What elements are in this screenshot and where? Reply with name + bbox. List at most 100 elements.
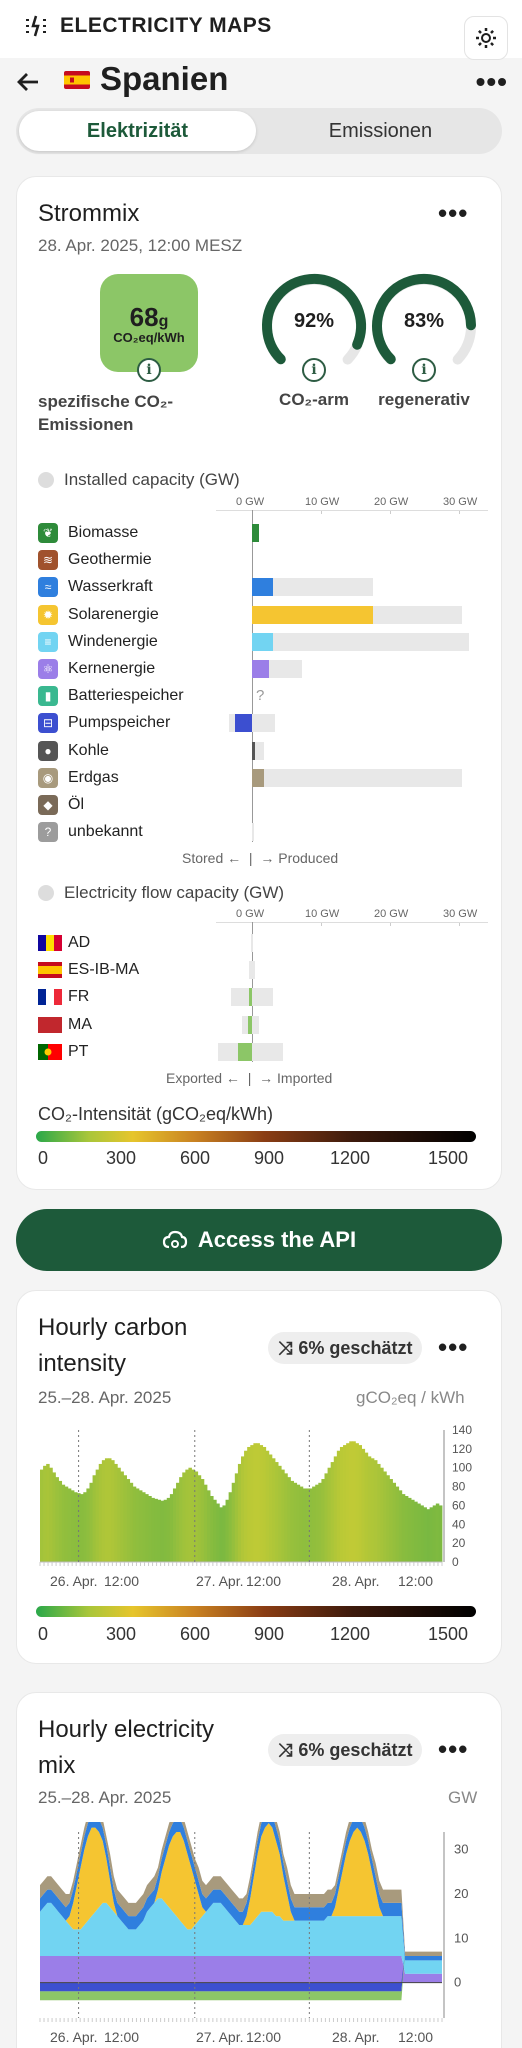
tab-elektrizitaet[interactable]: Elektrizität <box>19 111 256 151</box>
mix-chart-more-button[interactable]: ••• <box>438 1734 468 1765</box>
co2-info-icon[interactable]: i <box>137 358 161 382</box>
carbon-bar <box>213 1499 217 1562</box>
mix-x-tick: 12:00 <box>246 2029 281 2045</box>
axis-tick-label: 20 GW <box>374 496 409 508</box>
carbon-bar <box>401 1494 406 1562</box>
mix-estimated-badge[interactable]: ⤨ 6% geschätzt <box>268 1734 423 1766</box>
carbon-y-tick: 80 <box>452 1480 466 1494</box>
stored-produced-legend: Stored ← | → Produced <box>182 850 339 866</box>
carbon-bar <box>290 1480 294 1562</box>
import-capacity-bar <box>252 1042 284 1061</box>
settings-button[interactable] <box>464 16 508 60</box>
carbon-bar <box>108 1458 112 1562</box>
carbon-chart-unit: gCO₂eq / kWh <box>356 1388 465 1407</box>
carbon-bar <box>367 1456 372 1562</box>
carbon-bar <box>315 1484 319 1562</box>
carbon-estimated-badge[interactable]: ⤨ 6% geschätzt <box>268 1332 423 1364</box>
carbon-bar <box>234 1473 239 1562</box>
carbon-bar <box>438 1505 443 1562</box>
carbon-chart-more-button[interactable]: ••• <box>438 1332 468 1363</box>
installed-capacity-toggle[interactable] <box>38 472 54 488</box>
cloud-gear-icon <box>162 1230 188 1249</box>
carbon-bar <box>86 1488 90 1562</box>
carbon-x-tick: 27. Apr. <box>196 1573 243 1589</box>
storage-bar <box>234 714 252 733</box>
carbon-bar <box>293 1482 298 1562</box>
carbon-bar <box>138 1490 143 1562</box>
renewable-info-icon[interactable]: i <box>412 358 436 382</box>
strommix-title: Strommix <box>38 200 140 227</box>
mix-x-tick: 12:00 <box>104 2029 139 2045</box>
low-carbon-value: 92% <box>293 310 335 332</box>
carbon-bar <box>182 1472 186 1562</box>
carbon-bar <box>250 1445 254 1562</box>
carbon-bar <box>157 1499 161 1562</box>
flag-portugal-icon <box>38 1043 62 1060</box>
flag-france-icon <box>38 989 62 1006</box>
export-flow-bar <box>249 988 252 1007</box>
app-logo[interactable]: ELECTRICITY MAPS <box>22 12 272 40</box>
production-bar <box>252 741 255 760</box>
flow-capacity-toggle[interactable] <box>38 885 54 901</box>
axis-tick-label: 30 GW <box>443 496 478 508</box>
carbon-bar <box>104 1458 109 1562</box>
production-bar <box>252 768 265 787</box>
battery-icon: ▮ <box>38 686 58 707</box>
carbon-y-tick: 140 <box>452 1423 472 1437</box>
source-label: Biomasse <box>68 524 139 541</box>
carbon-bar <box>176 1482 180 1562</box>
carbon-bar <box>395 1486 400 1562</box>
zone-exchange-label: AD <box>68 934 91 951</box>
production-bar <box>252 578 273 597</box>
low-carbon-info-icon[interactable]: i <box>302 358 326 382</box>
geothermal-icon: ≋ <box>38 550 58 571</box>
carbon-bar <box>284 1473 288 1562</box>
source-label: Öl <box>68 796 84 813</box>
carbon-x-tick: 12:00 <box>398 1573 433 1589</box>
zone-more-menu-button[interactable]: ••• <box>476 66 508 98</box>
scale-tick-label: 300 <box>106 1148 137 1168</box>
carbon-bar <box>172 1488 177 1562</box>
trend-icon: ⤨ <box>278 1337 293 1358</box>
low-carbon-label: CO₂-arm <box>279 390 349 409</box>
nuclear-icon: ⚛ <box>38 659 58 679</box>
carbon-bar <box>120 1471 124 1562</box>
export-capacity-bar <box>250 934 252 952</box>
source-label: Windenergie <box>68 632 158 650</box>
carbon-bar <box>244 1450 248 1562</box>
exported-imported-legend: Exported ← | → Imported <box>166 1070 333 1086</box>
mix-area-kernenergie <box>40 1956 442 1983</box>
carbon-bar <box>166 1497 171 1562</box>
axis-tick-label: 10 GW <box>305 908 340 920</box>
trend-icon: ⤨ <box>278 1739 293 1760</box>
carbon-bar <box>253 1443 257 1562</box>
carbon-y-tick: 40 <box>452 1517 466 1531</box>
view-tabs: Elektrizität Emissionen <box>16 108 502 154</box>
carbon-bar <box>225 1499 230 1562</box>
carbon-y-tick: 120 <box>452 1442 472 1456</box>
tab-emissionen[interactable]: Emissionen <box>262 111 499 151</box>
scale-tick-label: 1500 <box>428 1624 469 1644</box>
scale-tick-label: 300 <box>106 1624 137 1644</box>
carbon-chart-title-line2: intensity <box>38 1350 127 1377</box>
carbon-bar <box>58 1480 63 1562</box>
source-label: Kohle <box>68 741 109 759</box>
zone-exchange-label: ES-IB-MA <box>68 961 140 979</box>
strommix-more-button[interactable]: ••• <box>438 198 468 229</box>
renewable-label: regenerativ <box>378 390 470 409</box>
carbon-bar <box>404 1496 409 1562</box>
carbon-intensity-chart[interactable]: 02040608010012014026. Apr. 12:00 27. Apr. 1… <box>36 1420 496 1600</box>
carbon-bar <box>318 1482 322 1562</box>
access-api-button[interactable]: Access the API <box>16 1209 502 1271</box>
carbon-bar <box>216 1503 220 1562</box>
access-api-label: Access the API <box>197 1227 357 1252</box>
back-arrow-icon[interactable] <box>14 68 42 96</box>
electricity-mix-chart[interactable]: 010203026. Apr. 12:00 27. Apr. 12:00 28. Apr… <box>36 1822 496 2048</box>
flag-spain-icon <box>38 962 62 979</box>
carbon-bar <box>151 1497 155 1562</box>
scale-tick-label: 900 <box>254 1148 285 1168</box>
carbon-y-tick: 60 <box>452 1498 466 1512</box>
carbon-bar <box>145 1494 149 1562</box>
source-label: Pumpspeicher <box>68 714 171 732</box>
mix-y-tick: 20 <box>454 1886 468 1901</box>
